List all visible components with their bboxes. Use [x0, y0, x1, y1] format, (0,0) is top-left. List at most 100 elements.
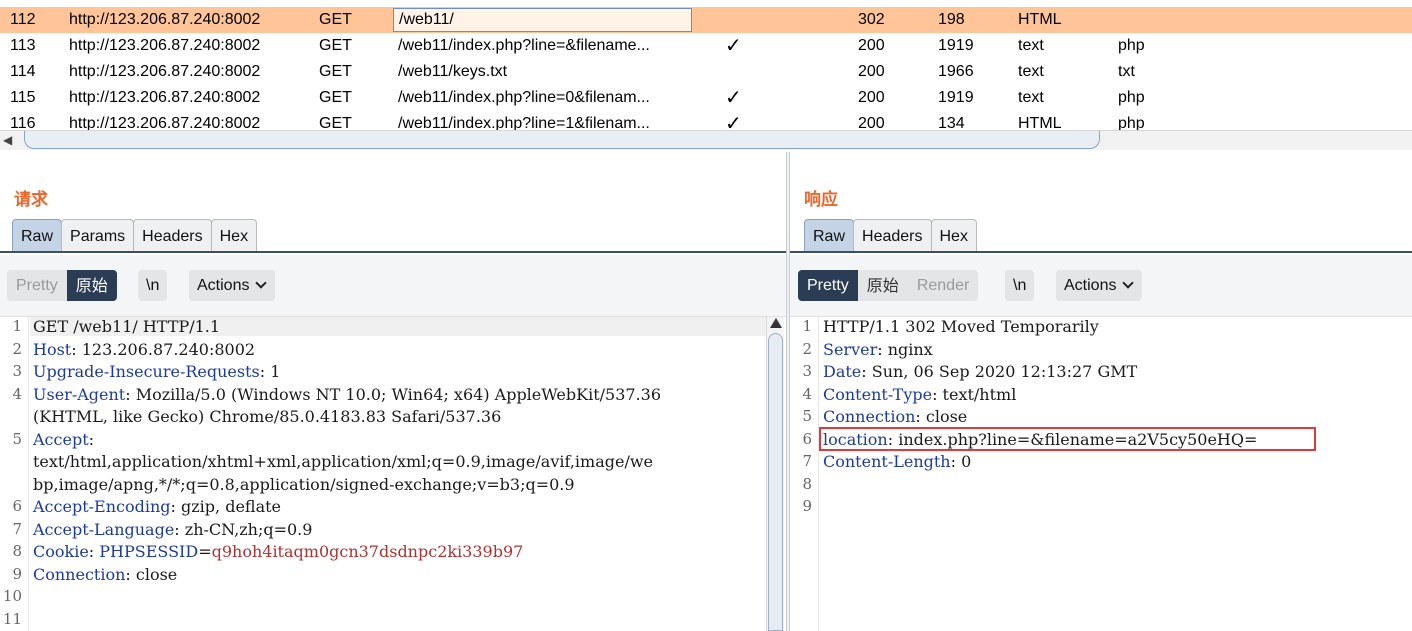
- table-row[interactable]: 116 http://123.206.87.240:8002 GET /web1…: [0, 111, 1412, 131]
- scroll-up-arrow-icon[interactable]: [770, 318, 782, 328]
- header-key: User-Agent: [33, 384, 126, 404]
- render-button[interactable]: Render: [908, 270, 978, 301]
- raw-mode-button[interactable]: 原始: [66, 270, 117, 301]
- response-editor[interactable]: 1 2 3 4 5 6 7 8 9 HTTP/1.1 302 Moved Tem…: [790, 317, 1412, 631]
- header-line-date: Date: Sun, 06 Sep 2020 12:13:27 GMT: [823, 362, 1138, 381]
- row-method: GET: [319, 115, 352, 131]
- header-value: close: [130, 564, 178, 584]
- tab-underline: [790, 251, 1412, 254]
- cookie-name: PHPSESSID: [94, 542, 199, 561]
- view-mode-switch: Pretty 原始 Render: [798, 270, 979, 301]
- response-pane: 响应 Raw Headers Hex Pretty 原始 Render \n A…: [790, 152, 1412, 631]
- row-mime: text: [1018, 37, 1044, 54]
- header-key: Content-Length: [823, 452, 951, 471]
- row-host: http://123.206.87.240:8002: [69, 63, 261, 80]
- pretty-button[interactable]: Pretty: [7, 270, 67, 301]
- header-line-upgrade: Upgrade-Insecure-Requests: 1: [33, 362, 281, 381]
- tab-headers[interactable]: Headers: [133, 219, 212, 252]
- row-status: 200: [858, 115, 885, 131]
- line-number: 6: [12, 497, 22, 515]
- location-highlight-box: [819, 427, 1316, 451]
- history-horizontal-scrollbar[interactable]: ◀: [0, 130, 1412, 150]
- request-line: GET /web11/ HTTP/1.1: [30, 317, 766, 336]
- row-extension: txt: [1118, 63, 1135, 80]
- row-number: 115: [10, 89, 36, 106]
- request-editor-toolbar: Pretty 原始 \n Actions: [0, 255, 786, 317]
- header-key: Accept-Language: [33, 519, 175, 539]
- header-line-cookie: Cookie: PHPSESSID=q9hoh4itaqm0gcn37dsdnp…: [33, 542, 524, 561]
- row-url: /web11/index.php?line=&filename...: [398, 37, 650, 54]
- header-line-host: Host: 123.206.87.240:8002: [33, 339, 256, 359]
- history-rows: 112 http://123.206.87.240:8002 GET /web1…: [0, 7, 1412, 131]
- table-row[interactable]: 114 http://123.206.87.240:8002 GET /web1…: [0, 59, 1412, 85]
- line-number: 1: [12, 317, 22, 335]
- line-number: 8: [12, 542, 22, 560]
- row-number: 116: [10, 115, 36, 131]
- header-key: Content-Type: [823, 384, 933, 404]
- tab-raw[interactable]: Raw: [804, 219, 855, 252]
- header-line-content-length: Content-Length: 0: [823, 452, 972, 471]
- line-number: 8: [802, 474, 812, 493]
- newline-toggle-button[interactable]: \n: [1005, 270, 1035, 301]
- row-length: 198: [938, 11, 965, 28]
- row-mime: HTML: [1018, 115, 1062, 131]
- row-method: GET: [319, 63, 352, 80]
- row-method: GET: [319, 11, 352, 28]
- request-editor[interactable]: 1 2 3 4 5 6 7 8 9 10 11 GET /web11/ HTTP…: [0, 317, 786, 631]
- header-value: text/html: [937, 384, 1017, 404]
- header-key: Accept: [33, 429, 89, 449]
- tab-hex[interactable]: Hex: [930, 219, 977, 252]
- request-tabs: Raw Params Headers Hex: [12, 219, 258, 252]
- row-method: GET: [319, 37, 352, 54]
- row-mime: text: [1018, 89, 1044, 106]
- tab-params[interactable]: Params: [61, 219, 135, 252]
- header-key: Date: [823, 362, 862, 381]
- newline-toggle-button[interactable]: \n: [138, 270, 168, 301]
- line-number: 5: [802, 407, 812, 425]
- request-vertical-scrollbar[interactable]: [766, 317, 784, 631]
- response-editor-toolbar: Pretty 原始 Render \n Actions: [790, 255, 1412, 317]
- tab-hex[interactable]: Hex: [210, 219, 258, 252]
- line-number: 1: [802, 317, 812, 335]
- scroll-left-arrow-icon[interactable]: ◀: [3, 133, 12, 147]
- header-value: zh-CN,zh;q=0.9: [179, 519, 313, 539]
- scrollbar-thumb[interactable]: [768, 333, 783, 631]
- pretty-button[interactable]: Pretty: [798, 270, 858, 301]
- line-number: 5: [12, 429, 22, 448]
- line-number-gutter: 1 2 3 4 5 6 7 8 9 10 11: [0, 317, 29, 631]
- actions-label: Actions: [1064, 277, 1117, 294]
- line-number: 4: [12, 384, 22, 403]
- view-mode-switch: Pretty 原始: [7, 270, 117, 301]
- table-row[interactable]: 113 http://123.206.87.240:8002 GET /web1…: [0, 33, 1412, 59]
- actions-button[interactable]: Actions: [189, 270, 276, 301]
- actions-label: Actions: [197, 277, 250, 294]
- actions-button[interactable]: Actions: [1056, 270, 1143, 301]
- row-status: 302: [858, 11, 885, 28]
- line-number: 4: [802, 384, 812, 403]
- row-length: 134: [938, 115, 965, 131]
- header-value: Sun, 06 Sep 2020 12:13:27 GMT: [866, 362, 1138, 381]
- row-url: /web11/index.php?line=0&filenam...: [398, 89, 650, 106]
- line-number: 7: [12, 519, 22, 538]
- row-mime: HTML: [1018, 11, 1062, 28]
- row-number: 112: [10, 11, 36, 28]
- line-number: 2: [802, 339, 812, 358]
- tab-raw[interactable]: Raw: [12, 219, 63, 252]
- header-value: Mozilla/5.0 (Windows NT 10.0; Win64; x64…: [130, 384, 661, 404]
- row-length: 1966: [938, 63, 974, 80]
- cookie-value: q9hoh4itaqm0gcn37dsdnpc2ki339b97: [211, 542, 524, 561]
- table-row[interactable]: 112 http://123.206.87.240:8002 GET /web1…: [0, 7, 1412, 33]
- scrollbar-thumb[interactable]: [24, 131, 1100, 149]
- header-value: 123.206.87.240:8002: [76, 339, 256, 359]
- table-row[interactable]: 115 http://123.206.87.240:8002 GET /web1…: [0, 85, 1412, 111]
- line-number: 9: [802, 497, 812, 515]
- row-extension: php: [1118, 89, 1145, 106]
- header-value: nginx: [882, 339, 933, 359]
- row-url: /web11/keys.txt: [398, 63, 508, 80]
- row-length: 1919: [938, 89, 974, 106]
- header-key: Connection: [823, 407, 916, 426]
- tab-headers[interactable]: Headers: [853, 219, 932, 252]
- raw-mode-button[interactable]: 原始: [858, 270, 908, 301]
- row-method: GET: [319, 89, 352, 106]
- row-host: http://123.206.87.240:8002: [69, 115, 261, 131]
